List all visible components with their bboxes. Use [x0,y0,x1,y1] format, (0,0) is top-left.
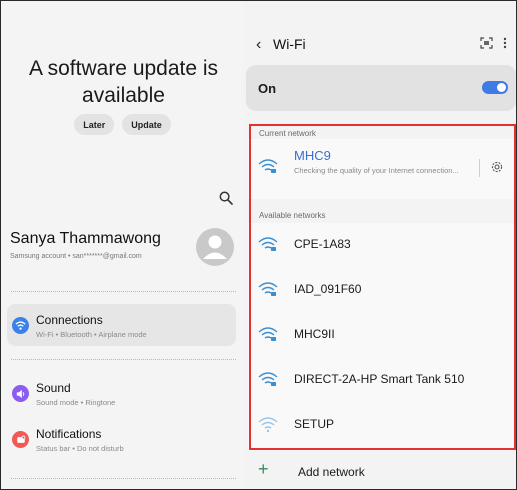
menu-title: Notifications [36,427,102,441]
wifi-icon [12,317,29,334]
wifi-secure-icon [258,372,278,386]
person-icon [203,235,227,259]
divider [11,359,236,360]
network-item[interactable]: CPE-1A83 [254,223,512,267]
wifi-pane: ‹ Wi-Fi On Current network MHC9 Checking… [244,1,516,489]
update-button[interactable]: Update [122,114,171,135]
settings-pane: A software update is available Later Upd… [1,1,244,489]
section-label-current: Current network [259,129,316,138]
network-item[interactable]: IAD_091F60 [254,268,512,312]
current-network-name: MHC9 [294,148,331,163]
bell-icon [12,431,29,448]
divider [11,478,236,479]
section-label-available: Available networks [259,211,326,220]
divider [479,159,480,177]
master-toggle-label: On [258,81,277,96]
wifi-secure-icon [258,159,278,173]
chevron-left-icon[interactable]: ‹ [256,36,261,54]
divider [11,291,236,292]
menu-item-notifications[interactable]: Notifications Status bar • Do not distur… [7,418,236,460]
menu-subtitle: Sound mode • Ringtone [36,398,116,407]
current-network-card: MHC9 Checking the quality of your Intern… [248,139,516,199]
more-vert-icon[interactable] [503,37,507,49]
qr-scan-icon[interactable] [480,37,493,49]
network-name: SETUP [294,417,335,431]
plus-icon: + [258,459,269,479]
update-actions: Later Update [1,114,244,135]
menu-item-sound[interactable]: Sound Sound mode • Ringtone [7,372,236,414]
menu-subtitle: Status bar • Do not disturb [36,444,124,453]
network-name: MHC9II [294,327,335,341]
available-networks-list: CPE-1A83 IAD_091F60 MHC9II DIRECT-2A-HP … [248,223,516,451]
later-button[interactable]: Later [74,114,115,135]
wifi-open-icon [258,417,278,433]
profile-account: Samsung account • san*******@gmail.com [10,253,142,260]
search-icon[interactable] [219,191,233,205]
add-network-label: Add network [298,465,365,479]
update-title: A software update is available [28,57,219,107]
gear-icon[interactable] [490,160,504,174]
network-item[interactable]: MHC9II [254,313,512,357]
wifi-secure-icon [258,282,278,296]
speaker-icon [12,385,29,402]
page-title: Wi-Fi [273,36,306,52]
network-name: DIRECT-2A-HP Smart Tank 510 [294,372,465,386]
profile-name[interactable]: Sanya Thammawong [10,230,161,248]
network-name: IAD_091F60 [294,282,362,296]
avatar[interactable] [196,228,234,266]
current-network-row[interactable]: MHC9 Checking the quality of your Intern… [254,145,512,189]
app-window: A software update is available Later Upd… [0,0,517,490]
current-network-status: Checking the quality of your Internet co… [294,166,459,175]
wifi-toggle-switch[interactable] [482,81,508,94]
network-item[interactable]: SETUP [254,403,512,447]
menu-title: Sound [36,381,71,395]
network-name: CPE-1A83 [294,237,351,251]
menu-subtitle: Wi-Fi • Bluetooth • Airplane mode [36,330,147,339]
menu-title: Connections [36,313,103,327]
wifi-secure-icon [258,237,278,251]
wifi-secure-icon [258,327,278,341]
network-item[interactable]: DIRECT-2A-HP Smart Tank 510 [254,358,512,402]
menu-item-connections[interactable]: Connections Wi-Fi • Bluetooth • Airplane… [7,304,236,346]
wifi-master-toggle-row[interactable]: On [246,65,516,111]
